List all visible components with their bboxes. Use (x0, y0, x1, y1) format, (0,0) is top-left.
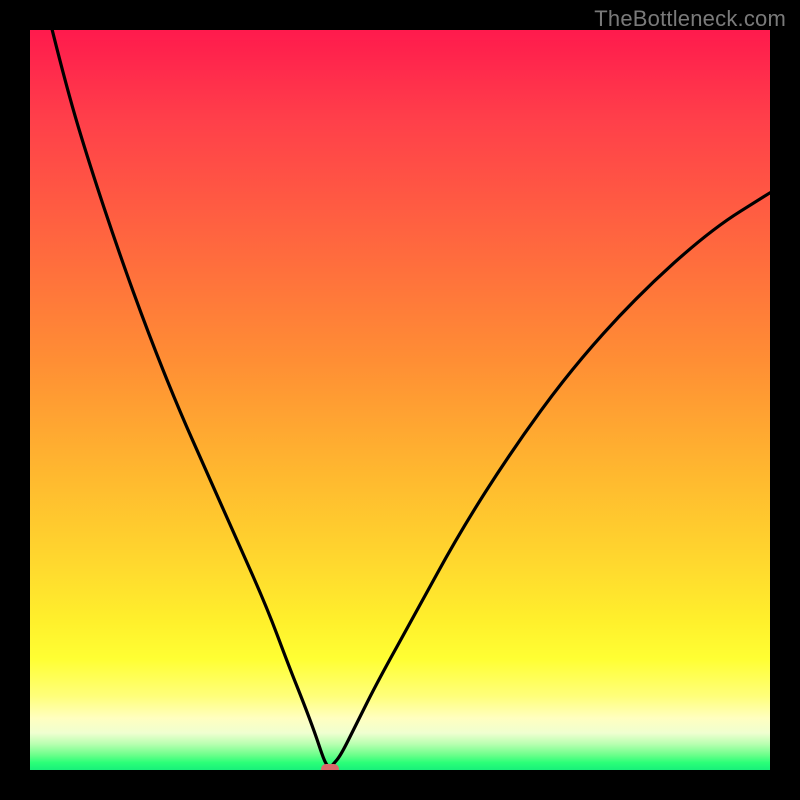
watermark-text: TheBottleneck.com (594, 6, 786, 32)
bottleneck-curve (30, 30, 770, 770)
vertex-marker (321, 764, 339, 770)
chart-frame: TheBottleneck.com (0, 0, 800, 800)
plot-area (30, 30, 770, 770)
